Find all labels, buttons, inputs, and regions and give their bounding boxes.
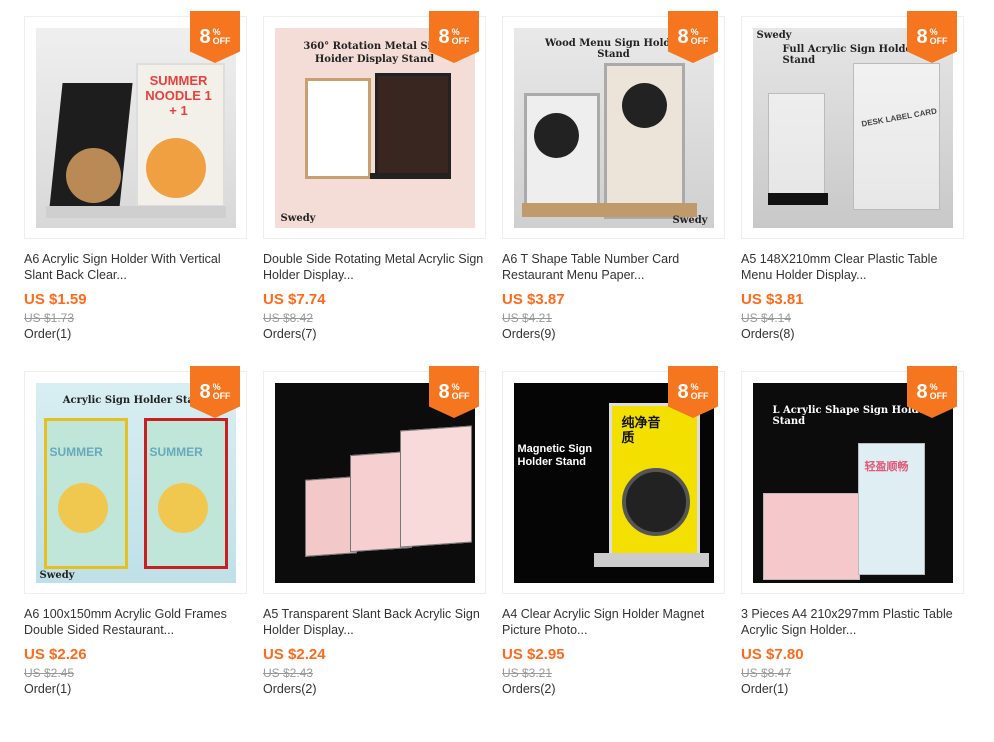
product-card[interactable]: 8 % OFF A5 Transparent Slant Back Acrylic… — [263, 366, 486, 696]
original-price: US $8.47 — [741, 666, 792, 680]
product-price: US $2.26 — [24, 646, 87, 663]
product-image[interactable]: 8 % OFF — [263, 366, 486, 594]
product-image[interactable]: 360° Rotation Metal Sign Hoider Display … — [263, 11, 486, 239]
art-label: Magnetic Sign Holder Stand — [517, 442, 593, 468]
product-card[interactable]: Acrylic Sign Holder Stand SUMMER SUMMER … — [24, 366, 247, 696]
product-title[interactable]: A6 T Shape Table Number Card Restaurant … — [502, 251, 725, 283]
original-price: US $8.42 — [263, 311, 314, 325]
product-image[interactable]: Magnetic Sign Holder Stand 纯净音质 8 % OFF — [502, 366, 725, 594]
product-price: US $7.74 — [263, 291, 326, 308]
product-grid: SUMMER NOODLE 1 + 1 8 % OFF A6 Acrylic Si… — [24, 11, 964, 696]
art-text: SUMMER NOODLE 1 + 1 — [145, 72, 212, 118]
product-card[interactable]: 360° Rotation Metal Sign Hoider Display … — [263, 11, 486, 341]
art-label: Wood Menu Sign Holder Stand — [545, 37, 682, 60]
original-price: US $1.73 — [24, 311, 75, 325]
product-title[interactable]: A5 148X210mm Clear Plastic Table Menu Ho… — [741, 251, 964, 283]
product-title[interactable]: A5 Transparent Slant Back Acrylic Sign H… — [263, 606, 486, 638]
art-text: SUMMER — [149, 444, 203, 459]
order-count: Orders(2) — [263, 682, 317, 696]
brand-label: Swedy — [756, 29, 792, 41]
order-count: Orders(9) — [502, 327, 556, 341]
product-price: US $7.80 — [741, 646, 804, 663]
order-count: Orders(7) — [263, 327, 317, 341]
art-text: 轻盈顺畅 — [864, 460, 909, 473]
product-title[interactable]: A4 Clear Acrylic Sign Holder Magnet Pict… — [502, 606, 725, 638]
order-count: Order(1) — [24, 327, 72, 341]
product-price: US $2.24 — [263, 646, 326, 663]
original-price: US $4.14 — [741, 311, 792, 325]
order-count: Order(1) — [741, 682, 789, 696]
product-image[interactable]: Acrylic Sign Holder Stand SUMMER SUMMER … — [24, 366, 247, 594]
original-price: US $2.43 — [263, 666, 314, 680]
art-text: 纯净音质 — [621, 414, 661, 445]
product-card[interactable]: Swedy Full Acrylic Sign Holder Stand DES… — [741, 11, 964, 341]
art-text: SUMMER — [49, 444, 103, 459]
brand-label: Swedy — [39, 569, 75, 581]
product-price: US $2.95 — [502, 646, 565, 663]
art-label: 360° Rotation Metal Sign Hoider Display … — [303, 40, 446, 65]
product-card[interactable]: Wood Menu Sign Holder Stand Swedy 8 % OFF… — [502, 11, 725, 341]
product-title[interactable]: A6 Acrylic Sign Holder With Vertical Sla… — [24, 251, 247, 283]
product-image[interactable]: SUMMER NOODLE 1 + 1 8 % OFF — [24, 11, 247, 239]
original-price: US $2.45 — [24, 666, 75, 680]
brand-label: Swedy — [672, 214, 708, 226]
original-price: US $4.21 — [502, 311, 553, 325]
product-price: US $3.87 — [502, 291, 565, 308]
product-image[interactable]: Swedy Full Acrylic Sign Holder Stand DES… — [741, 11, 964, 239]
product-card[interactable]: SUMMER NOODLE 1 + 1 8 % OFF A6 Acrylic Si… — [24, 11, 247, 341]
order-count: Order(1) — [24, 682, 72, 696]
original-price: US $3.21 — [502, 666, 553, 680]
product-title[interactable]: Double Side Rotating Metal Acrylic Sign … — [263, 251, 486, 283]
product-image[interactable]: Wood Menu Sign Holder Stand Swedy 8 % OFF — [502, 11, 725, 239]
order-count: Orders(8) — [741, 327, 795, 341]
brand-label: Swedy — [280, 212, 316, 224]
product-title[interactable]: 3 Pieces A4 210x297mm Plastic Table Acry… — [741, 606, 964, 638]
product-price: US $3.81 — [741, 291, 804, 308]
order-count: Orders(2) — [502, 682, 556, 696]
product-card[interactable]: Magnetic Sign Holder Stand 纯净音质 8 % OFF A… — [502, 366, 725, 696]
product-title[interactable]: A6 100x150mm Acrylic Gold Frames Double … — [24, 606, 247, 638]
product-image[interactable]: L Acrylic Shape Sign Holder Stand 轻盈顺畅 8… — [741, 366, 964, 594]
product-price: US $1.59 — [24, 291, 87, 308]
product-card[interactable]: L Acrylic Shape Sign Holder Stand 轻盈顺畅 8… — [741, 366, 964, 696]
